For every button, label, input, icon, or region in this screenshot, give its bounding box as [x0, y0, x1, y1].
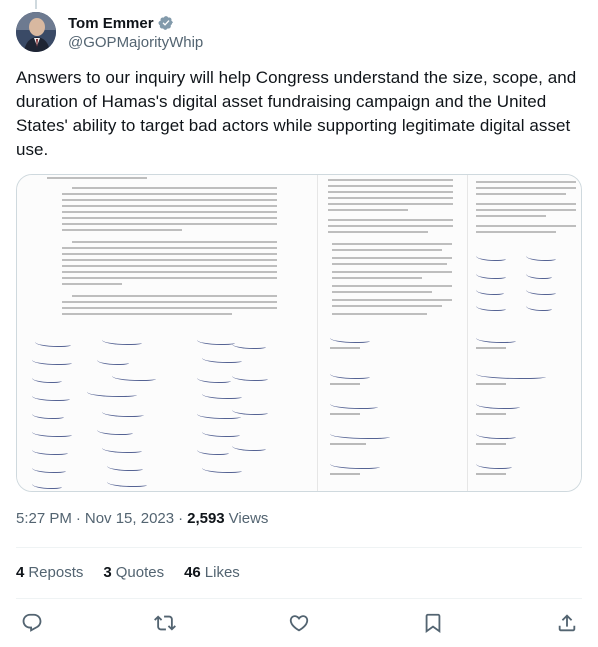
- letter-page-2: [317, 175, 467, 491]
- tweet-meta: 5:27 PM · Nov 15, 2023 · 2,593 Views: [16, 510, 268, 527]
- reposts-label: Reposts: [28, 564, 84, 581]
- tweet-time[interactable]: 5:27 PM: [16, 510, 72, 527]
- reply-icon[interactable]: [21, 612, 43, 634]
- meta-separator: ·: [178, 510, 184, 527]
- repost-icon[interactable]: [154, 612, 176, 634]
- tweet-media-image[interactable]: [16, 174, 582, 492]
- engagement-stats: 4 Reposts 3 Quotes 46 Likes: [16, 564, 260, 581]
- avatar-image: [16, 12, 56, 52]
- quotes-count: 3: [103, 564, 112, 581]
- reposts-stat[interactable]: 4 Reposts: [16, 564, 83, 581]
- views-label: Views: [228, 510, 269, 527]
- heart-icon[interactable]: [288, 612, 310, 634]
- avatar[interactable]: [16, 12, 56, 52]
- views-count: 2,593: [187, 510, 225, 527]
- tweet-text: Answers to our inquiry will help Congres…: [16, 68, 577, 159]
- divider: [16, 598, 582, 599]
- reposts-count: 4: [16, 564, 25, 581]
- letter-page-3: [467, 175, 581, 491]
- meta-separator: ·: [75, 510, 81, 527]
- tweet-actions: [16, 612, 582, 636]
- likes-label: Likes: [204, 564, 240, 581]
- author-display-name[interactable]: Tom Emmer: [68, 15, 154, 32]
- thread-connector-line: [35, 0, 37, 9]
- letter-page-1: [17, 175, 317, 491]
- likes-count: 46: [184, 564, 201, 581]
- quotes-stat[interactable]: 3 Quotes: [103, 564, 164, 581]
- tweet-date[interactable]: Nov 15, 2023: [85, 510, 174, 527]
- likes-stat[interactable]: 46 Likes: [184, 564, 240, 581]
- author-handle[interactable]: @GOPMajorityWhip: [68, 34, 203, 51]
- quotes-label: Quotes: [115, 564, 165, 581]
- bookmark-icon[interactable]: [422, 612, 444, 634]
- share-icon[interactable]: [556, 612, 578, 634]
- verified-badge-icon[interactable]: [158, 15, 174, 31]
- tweet-header: Tom Emmer @GOPMajorityWhip: [16, 12, 203, 52]
- divider: [16, 547, 582, 548]
